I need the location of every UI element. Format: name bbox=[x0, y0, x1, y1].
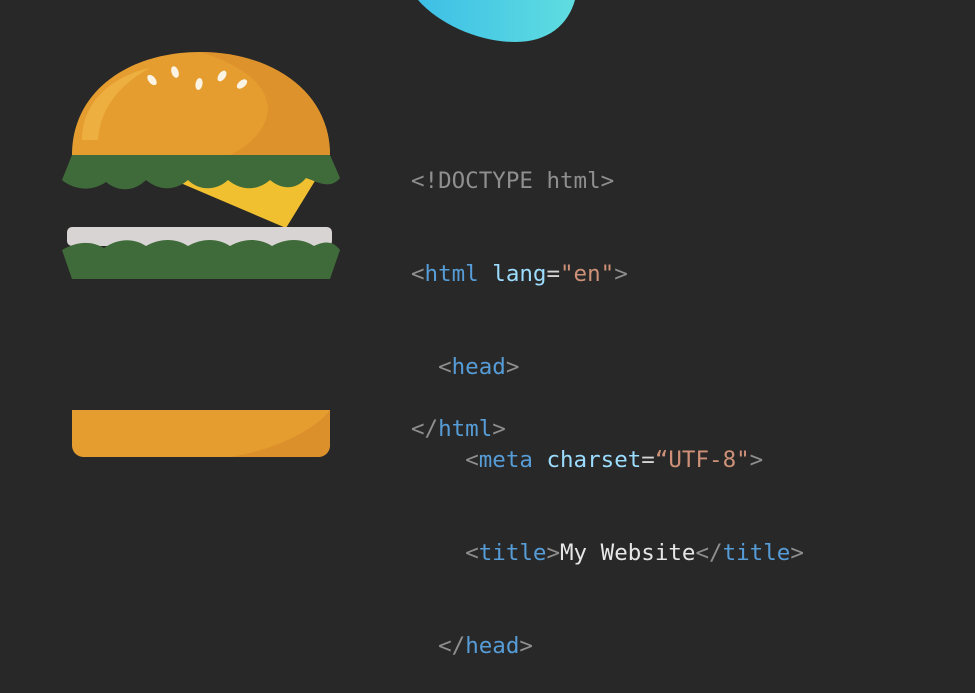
head-close-bracket: </ bbox=[438, 633, 466, 659]
head-open-line: <head> bbox=[411, 352, 804, 383]
html-open-end: > bbox=[614, 261, 628, 287]
html-close-line: </html> bbox=[411, 414, 506, 445]
charset-eq: = bbox=[641, 447, 655, 473]
html-close-tag: html bbox=[438, 416, 493, 442]
title-close-tag: title bbox=[722, 540, 791, 566]
lang-attr: lang bbox=[492, 261, 547, 287]
head-open-bracket: < bbox=[438, 354, 452, 380]
doctype-text: <!DOCTYPE html> bbox=[411, 168, 615, 194]
code-block: <!DOCTYPE html> <html lang="en"> <head> … bbox=[411, 104, 804, 693]
cyan-blob bbox=[418, 0, 575, 42]
title-text: My Website bbox=[560, 540, 696, 566]
charset-value: “UTF-8" bbox=[654, 447, 750, 473]
lang-value: "en" bbox=[560, 261, 615, 287]
head-close-line: </head> bbox=[411, 631, 804, 662]
head-open-end: > bbox=[505, 354, 520, 380]
upper-lettuce bbox=[62, 155, 340, 190]
html-tag: html bbox=[424, 261, 479, 287]
top-bun bbox=[72, 52, 330, 155]
html-close-end: > bbox=[492, 416, 506, 442]
lang-eq: = bbox=[546, 261, 561, 287]
title-tag: title bbox=[478, 540, 547, 566]
head-close-end: > bbox=[519, 633, 533, 659]
title-line: <title>My Website</title> bbox=[411, 538, 804, 569]
title-close-bracket: </ bbox=[695, 540, 723, 566]
head-close-tag: head bbox=[465, 633, 520, 659]
title-open-end: > bbox=[546, 540, 561, 566]
meta-line: <meta charset=“UTF-8"> bbox=[411, 445, 804, 476]
html-open-line: <html lang="en"> bbox=[411, 259, 804, 290]
head-tag: head bbox=[451, 354, 506, 380]
html-close-bracket: </ bbox=[411, 416, 439, 442]
doctype-line: <!DOCTYPE html> bbox=[411, 166, 804, 197]
meta-end: > bbox=[749, 447, 764, 473]
meta-open-bracket: < bbox=[465, 447, 479, 473]
meta-tag: meta bbox=[478, 447, 533, 473]
html-open-bracket: < bbox=[411, 261, 425, 287]
charset-attr: charset bbox=[546, 447, 642, 473]
title-open-bracket: < bbox=[465, 540, 479, 566]
title-close-end: > bbox=[790, 540, 804, 566]
